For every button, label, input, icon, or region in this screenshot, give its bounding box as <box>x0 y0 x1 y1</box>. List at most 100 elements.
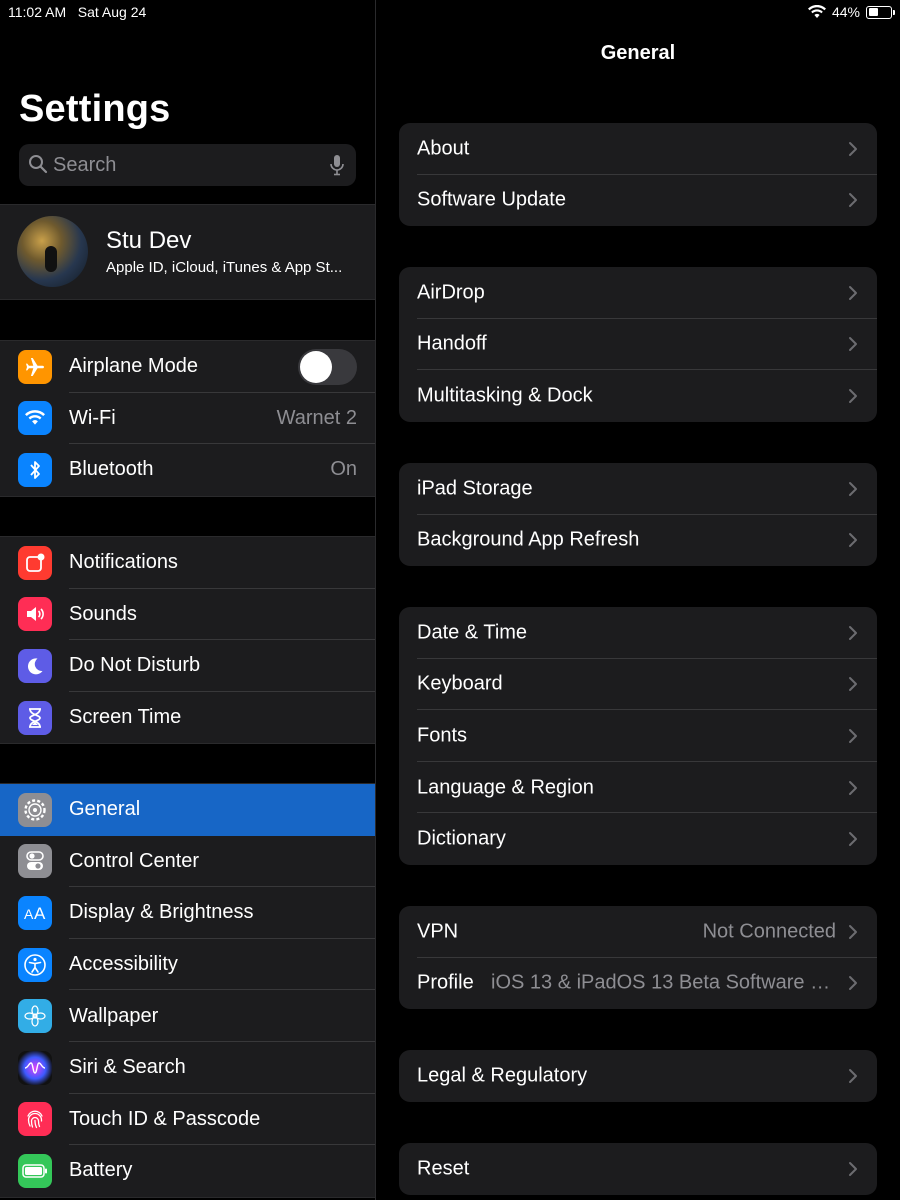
sidebar-item-label: Display & Brightness <box>69 901 254 924</box>
text-size-icon: AA <box>18 895 52 930</box>
status-time: 11:02 AM <box>8 4 67 20</box>
moon-icon <box>18 648 52 683</box>
sidebar-item-label: Touch ID & Passcode <box>69 1107 261 1130</box>
row-fonts[interactable]: Fonts <box>399 710 877 762</box>
bluetooth-status-value: On <box>330 458 357 481</box>
row-multitasking-dock[interactable]: Multitasking & Dock <box>399 370 877 422</box>
apple-id-profile-row[interactable]: Stu Dev Apple ID, iCloud, iTunes & App S… <box>0 205 375 299</box>
sidebar-item-general[interactable]: General <box>0 784 375 836</box>
row-keyboard[interactable]: Keyboard <box>399 659 877 711</box>
row-label: VPN <box>417 920 459 943</box>
row-label: Dictionary <box>417 827 506 850</box>
sidebar: Settings Stu Dev Apple ID, iCloud, iTune… <box>0 0 376 1200</box>
sidebar-item-label: Do Not Disturb <box>69 654 201 677</box>
chevron-right-icon <box>849 285 857 300</box>
divider <box>0 299 375 300</box>
sidebar-item-label: Accessibility <box>69 953 178 976</box>
sidebar-item-do-not-disturb[interactable]: Do Not Disturb <box>0 640 375 692</box>
sidebar-item-accessibility[interactable]: Accessibility <box>0 939 375 991</box>
chevron-right-icon <box>849 832 857 847</box>
connectivity-group: Airplane Mode Wi-Fi Warnet 2 Bluetooth O… <box>0 340 375 497</box>
sidebar-item-sounds[interactable]: Sounds <box>0 589 375 641</box>
row-handoff[interactable]: Handoff <box>399 319 877 371</box>
row-label: AirDrop <box>417 281 485 304</box>
sidebar-item-siri-search[interactable]: Siri & Search <box>0 1042 375 1094</box>
gear-icon <box>18 792 52 827</box>
sidebar-item-label: Notifications <box>69 551 178 574</box>
row-background-app-refresh[interactable]: Background App Refresh <box>399 515 877 567</box>
row-legal-regulatory[interactable]: Legal & Regulatory <box>399 1050 877 1102</box>
sidebar-item-touch-id-passcode[interactable]: Touch ID & Passcode <box>0 1094 375 1146</box>
siri-icon <box>18 1050 52 1085</box>
about-card: About Software Update <box>399 123 877 227</box>
profile-value: iOS 13 & iPadOS 13 Beta Software Pr... <box>491 971 836 994</box>
row-dictionary[interactable]: Dictionary <box>399 813 877 865</box>
battery-percent: 44% <box>831 4 860 20</box>
sidebar-item-label: Airplane Mode <box>69 355 198 378</box>
sidebar-item-label: Siri & Search <box>69 1056 186 1079</box>
row-about[interactable]: About <box>399 123 877 175</box>
general-group: General Control Center AA Display & Brig… <box>0 783 375 1198</box>
notifications-icon <box>18 545 52 580</box>
chevron-right-icon <box>849 1068 857 1083</box>
sidebar-item-wifi[interactable]: Wi-Fi Warnet 2 <box>0 393 375 445</box>
general-detail-pane: General About Software Update AirDrop Ha… <box>376 0 900 1200</box>
chevron-right-icon <box>849 924 857 939</box>
vpn-status-value: Not Connected <box>702 920 836 943</box>
wifi-icon <box>807 5 826 18</box>
chevron-right-icon <box>849 337 857 352</box>
status-bar: 11:02 AM Sat Aug 24 44% <box>0 0 900 24</box>
row-vpn[interactable]: VPN Not Connected <box>399 906 877 958</box>
microphone-icon[interactable] <box>329 154 345 176</box>
chevron-right-icon <box>849 1161 857 1176</box>
sidebar-item-label: Battery <box>69 1159 133 1182</box>
battery-indicator-icon <box>866 5 895 19</box>
row-ipad-storage[interactable]: iPad Storage <box>399 463 877 515</box>
row-label: Background App Refresh <box>417 528 640 551</box>
row-label: Date & Time <box>417 621 528 644</box>
chevron-right-icon <box>849 193 857 208</box>
row-label: Keyboard <box>417 672 503 695</box>
sidebar-item-notifications[interactable]: Notifications <box>0 537 375 589</box>
sidebar-item-label: Wi-Fi <box>69 406 116 429</box>
status-right: 44% <box>807 4 895 20</box>
sidebar-item-wallpaper[interactable]: Wallpaper <box>0 990 375 1042</box>
hourglass-icon <box>18 700 52 735</box>
sidebar-item-airplane-mode[interactable]: Airplane Mode <box>0 341 375 393</box>
row-date-time[interactable]: Date & Time <box>399 607 877 659</box>
chevron-right-icon <box>849 481 857 496</box>
locale-card: Date & Time Keyboard Fonts Language & Re… <box>399 607 877 865</box>
status-time-date: 11:02 AM Sat Aug 24 <box>8 4 146 20</box>
status-date: Sat Aug 24 <box>77 4 147 20</box>
row-software-update[interactable]: Software Update <box>399 175 877 227</box>
legal-card: Legal & Regulatory <box>399 1050 877 1102</box>
sidebar-title: Settings <box>19 88 171 130</box>
sidebar-item-display-brightness[interactable]: AA Display & Brightness <box>0 887 375 939</box>
search-icon <box>29 155 48 174</box>
chevron-right-icon <box>849 625 857 640</box>
sidebar-item-label: Sounds <box>69 602 137 625</box>
row-label: Profile <box>417 971 474 994</box>
notifications-group: Notifications Sounds Do Not Disturb Scre… <box>0 536 375 745</box>
avatar <box>17 216 88 287</box>
sidebar-item-battery[interactable]: Battery <box>0 1145 375 1197</box>
row-label: Reset <box>417 1157 470 1180</box>
airplane-mode-toggle[interactable] <box>298 348 357 385</box>
sidebar-item-label: Wallpaper <box>69 1004 159 1027</box>
profile-subtitle: Apple ID, iCloud, iTunes & App St... <box>106 259 343 276</box>
row-language-region[interactable]: Language & Region <box>399 762 877 814</box>
row-label: Language & Region <box>417 776 594 799</box>
sidebar-item-label: Control Center <box>69 849 200 872</box>
row-label: Multitasking & Dock <box>417 384 593 407</box>
search-input[interactable] <box>53 144 333 186</box>
sidebar-item-bluetooth[interactable]: Bluetooth On <box>0 444 375 496</box>
sidebar-item-control-center[interactable]: Control Center <box>0 836 375 888</box>
row-reset[interactable]: Reset <box>399 1143 877 1195</box>
row-profile[interactable]: Profile iOS 13 & iPadOS 13 Beta Software … <box>399 958 877 1010</box>
accessibility-icon <box>18 947 52 982</box>
flower-icon <box>18 999 52 1034</box>
chevron-right-icon <box>849 677 857 692</box>
row-airdrop[interactable]: AirDrop <box>399 267 877 319</box>
search-bar[interactable] <box>19 144 356 186</box>
sidebar-item-screen-time[interactable]: Screen Time <box>0 692 375 744</box>
